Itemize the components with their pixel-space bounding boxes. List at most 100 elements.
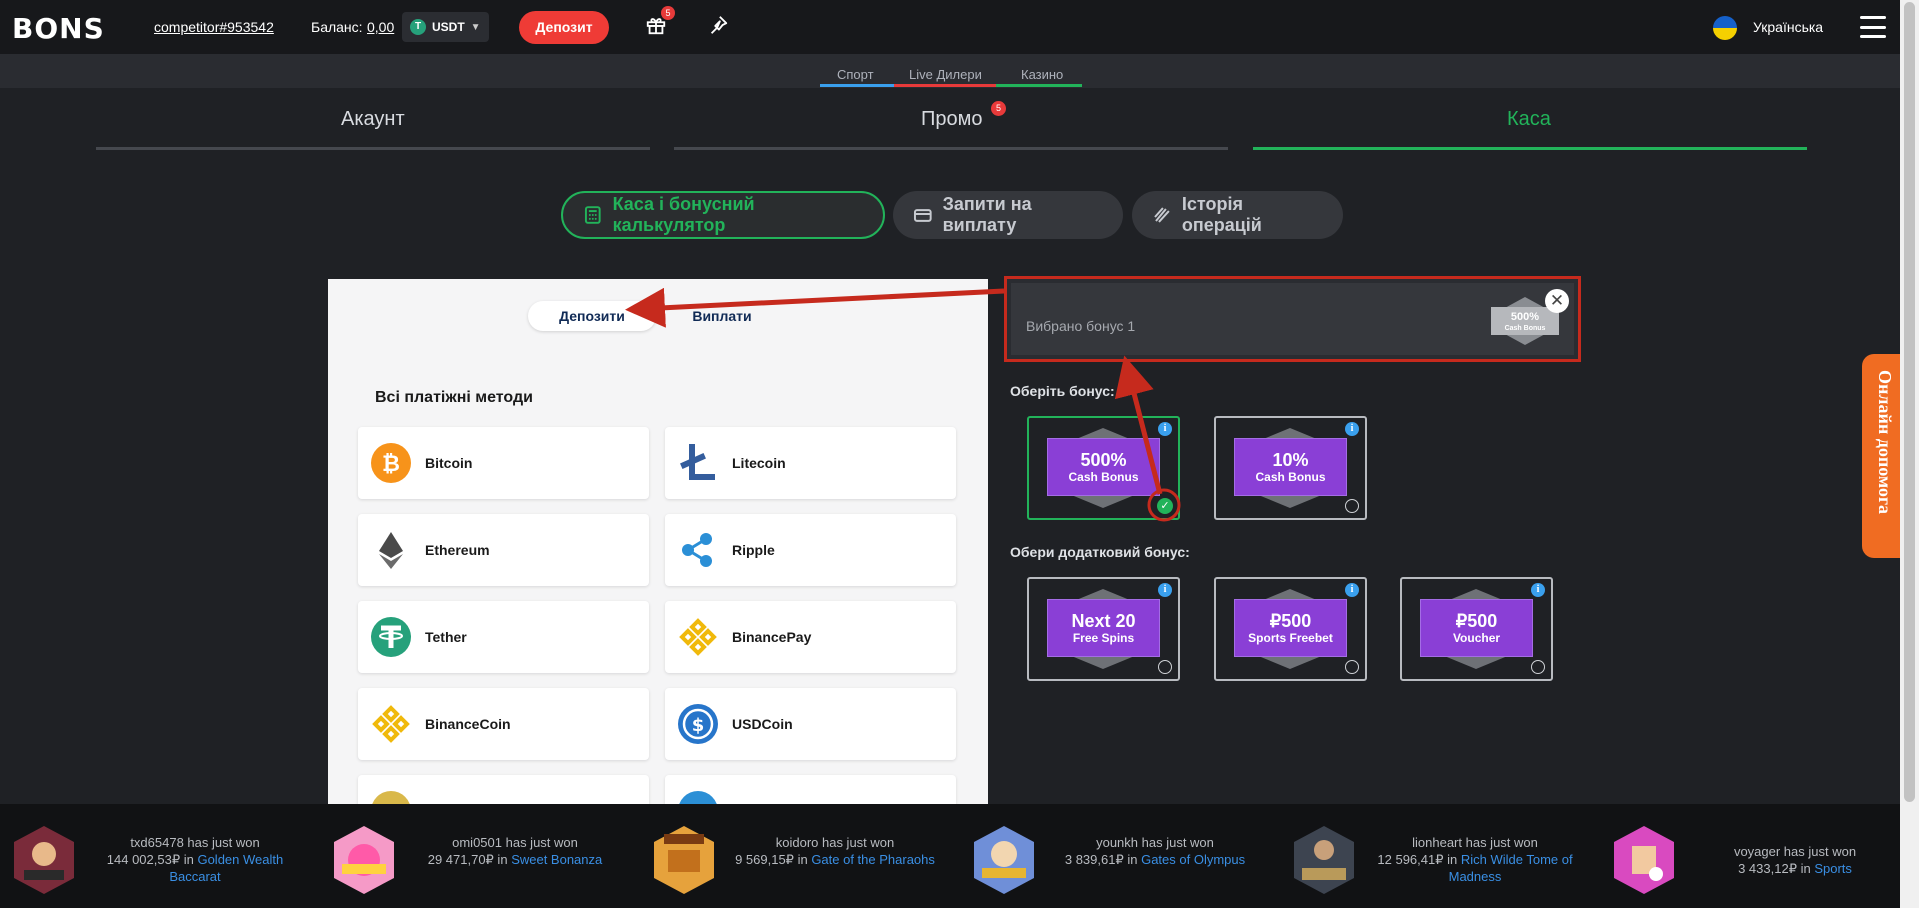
winner-game[interactable]: Gates of Olympus — [1141, 852, 1245, 867]
bonus-card-10-cash[interactable]: 10% Cash Bonus i — [1214, 416, 1367, 520]
method-usdcoin[interactable]: $ USDCoin — [665, 688, 956, 760]
winner-user: lionheart has just won — [1412, 835, 1538, 850]
online-help-tab[interactable]: Онлайн допомога — [1862, 354, 1904, 558]
language-select[interactable]: Українська — [1753, 19, 1823, 35]
close-icon[interactable]: ✕ — [1545, 289, 1569, 313]
extra-bonus-voucher[interactable]: ₽500 Voucher i — [1400, 577, 1553, 681]
winner-game[interactable]: Gate of the Pharaohs — [811, 852, 935, 867]
game-thumbnail-tome-of-madness — [1294, 826, 1354, 894]
top-header: BONS competitor#953542 Баланс: 0,00 T US… — [0, 0, 1900, 54]
extra-bonus-free-spins[interactable]: Next 20 Free Spins i — [1027, 577, 1180, 681]
winner-game[interactable]: Sweet Bonanza — [511, 852, 602, 867]
pin-icon[interactable] — [707, 14, 729, 36]
hamburger-menu-icon[interactable] — [1860, 16, 1886, 38]
method-label: Bitcoin — [425, 455, 473, 471]
bitcoin-icon: ₿ — [371, 443, 411, 483]
tab-cashier[interactable]: Каса — [1507, 108, 1551, 131]
radio-button[interactable] — [1345, 660, 1359, 674]
winner-item[interactable]: txd65478 has just won 144 002,53₽ in Gold… — [0, 820, 320, 896]
tab-history[interactable]: Історія операцій — [1132, 191, 1343, 239]
currency-select[interactable]: T USDT ▼ — [402, 12, 489, 42]
tether-icon — [371, 617, 411, 657]
selected-bonus-inner: Вибрано бонус 1 500% Cash Bonus ✕ — [1011, 283, 1574, 355]
radio-button[interactable] — [1531, 660, 1545, 674]
receipt-icon — [1154, 207, 1170, 223]
method-ripple[interactable]: Ripple — [665, 514, 956, 586]
tab-withdraw-requests[interactable]: Запити на виплату — [893, 191, 1123, 239]
bonus-label-box: Next 20 Free Spins — [1047, 599, 1160, 657]
method-more-1[interactable] — [358, 775, 649, 805]
winner-item[interactable]: younkh has just won 3 839,61₽ in Gates of… — [960, 820, 1280, 896]
toggle-withdrawals[interactable]: Виплати — [658, 301, 786, 331]
winner-item[interactable]: koidoro has just won 9 569,15₽ in Gate of… — [640, 820, 960, 896]
info-icon[interactable]: i — [1158, 583, 1172, 597]
method-label: Litecoin — [732, 455, 786, 471]
checkmark-icon[interactable]: ✓ — [1157, 498, 1173, 514]
promo-badge: 5 — [991, 101, 1006, 116]
site-logo[interactable]: BONS — [12, 12, 105, 45]
tab-account[interactable]: Акаунт — [341, 108, 405, 131]
winner-amount: 29 471,70₽ in — [427, 852, 508, 867]
winner-item[interactable]: voyager has just won 3 433,12₽ in Sports — [1600, 820, 1919, 896]
nav-casino-underline — [996, 84, 1082, 87]
bonus-card-500-cash[interactable]: 500% Cash Bonus i ✓ — [1027, 416, 1180, 520]
winner-user: koidoro has just won — [775, 835, 895, 850]
tab-promo[interactable]: Промо — [921, 108, 983, 131]
methods-title: Всі платіжні методи — [375, 389, 533, 406]
nav-live-dealers[interactable]: Live Дилери — [909, 67, 982, 82]
payment-panel: Депозити Виплати Всі платіжні методи ₿ B… — [328, 279, 988, 805]
info-icon[interactable]: i — [1345, 422, 1359, 436]
method-litecoin[interactable]: Litecoin — [665, 427, 956, 499]
method-tether[interactable]: Tether — [358, 601, 649, 673]
svg-text:$: $ — [692, 715, 705, 736]
balance-value[interactable]: 0,00 — [367, 19, 394, 35]
mini-bonus-small: Cash Bonus — [1505, 325, 1546, 332]
winners-ticker: txd65478 has just won 144 002,53₽ in Gold… — [0, 804, 1900, 908]
tab-promo-line — [674, 147, 1228, 150]
method-label: Ethereum — [425, 542, 490, 558]
nav-casino[interactable]: Казино — [1021, 67, 1063, 82]
bonus-amount: Next 20 — [1071, 610, 1136, 631]
winner-amount: 12 596,41₽ in — [1377, 852, 1458, 867]
extra-bonus-sports-freebet[interactable]: ₽500 Sports Freebet i — [1214, 577, 1367, 681]
page-scrollbar[interactable] — [1900, 0, 1919, 908]
winner-amount: 144 002,53₽ in — [106, 852, 194, 867]
selected-bonus-text: Вибрано бонус 1 — [1026, 318, 1136, 334]
ukraine-flag-icon[interactable] — [1713, 16, 1737, 40]
toggle-deposits[interactable]: Депозити — [528, 301, 656, 331]
nav-sport[interactable]: Спорт — [837, 67, 874, 82]
winner-item[interactable]: lionheart has just won 12 596,41₽ in Rich… — [1280, 820, 1600, 896]
game-thumbnail-sports — [1614, 826, 1674, 894]
tab-history-label: Історія операцій — [1181, 194, 1262, 235]
username-link[interactable]: competitor#953542 — [154, 19, 274, 35]
radio-button[interactable] — [1345, 499, 1359, 513]
svg-text:₿: ₿ — [382, 452, 400, 477]
tab-cashier-calculator[interactable]: Каса і бонусний калькулятор — [561, 191, 885, 239]
game-thumbnail-pharaohs — [654, 826, 714, 894]
info-icon[interactable]: i — [1531, 583, 1545, 597]
info-icon[interactable]: i — [1345, 583, 1359, 597]
method-binancecoin[interactable]: BinanceCoin — [358, 688, 649, 760]
coin-icon — [371, 791, 411, 805]
scrollbar-thumb[interactable] — [1904, 2, 1915, 802]
bonus-type: Free Spins — [1072, 630, 1135, 645]
choose-bonus-label: Оберіть бонус: — [1010, 383, 1115, 399]
method-bitcoin[interactable]: ₿ Bitcoin — [358, 427, 649, 499]
winner-item[interactable]: omi0501 has just won 29 471,70₽ in Sweet … — [320, 820, 640, 896]
bonus-type: Cash Bonus — [1068, 469, 1139, 484]
bonus-label-box: ₽500 Voucher — [1420, 599, 1533, 657]
winner-game[interactable]: Rich Wilde Tome of Madness — [1449, 852, 1573, 884]
info-icon[interactable]: i — [1158, 422, 1172, 436]
method-label: Ripple — [732, 542, 775, 558]
balance-label: Баланс: — [311, 19, 363, 35]
method-more-2[interactable] — [665, 775, 956, 805]
bonus-label-box: 10% Cash Bonus — [1234, 438, 1347, 496]
game-thumbnail-baccarat — [14, 826, 74, 894]
method-binancepay[interactable]: BinancePay — [665, 601, 956, 673]
bonus-type: Voucher — [1452, 630, 1501, 645]
radio-button[interactable] — [1158, 660, 1172, 674]
method-ethereum[interactable]: Ethereum — [358, 514, 649, 586]
usdcoin-icon: $ — [678, 704, 718, 744]
deposit-button[interactable]: Депозит — [519, 11, 609, 44]
winner-game[interactable]: Sports — [1814, 861, 1852, 876]
